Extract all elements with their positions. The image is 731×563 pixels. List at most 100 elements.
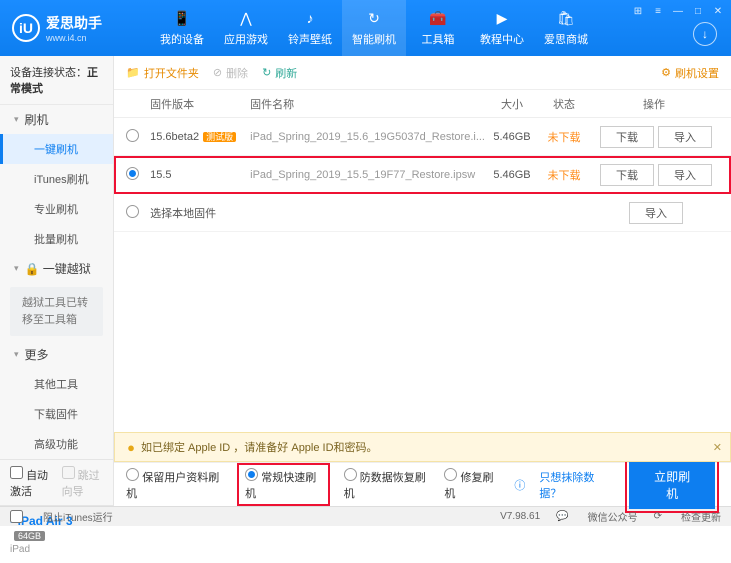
maximize-icon[interactable]: □: [691, 4, 705, 18]
info-icon[interactable]: ⓘ: [514, 477, 525, 493]
close-icon[interactable]: ✕: [711, 4, 725, 18]
local-firmware-radio[interactable]: [126, 205, 139, 218]
wechat-link[interactable]: 💬 微信公众号: [556, 509, 637, 524]
nav-icon: ↻: [365, 9, 383, 27]
row-size: 5.46GB: [485, 131, 539, 143]
menu-icon[interactable]: ≡: [651, 4, 665, 18]
app-name: 爱思助手: [46, 13, 102, 33]
sidebar-options: 自动激活 跳过向导: [0, 459, 113, 505]
device-type: iPad: [10, 544, 103, 555]
logo-icon: iU: [12, 14, 40, 42]
firmware-row[interactable]: 15.6beta2测试版 iPad_Spring_2019_15.6_19G50…: [114, 118, 731, 156]
download-manager-icon[interactable]: ↓: [693, 22, 717, 46]
side-note: 越狱工具已转移至工具箱: [10, 287, 103, 336]
side-item[interactable]: 专业刷机: [0, 194, 113, 224]
erase-data-link[interactable]: 只想抹除数据？: [539, 469, 611, 501]
flash-settings-button[interactable]: ⚙ 刷机设置: [661, 65, 719, 81]
chevron-down-icon: ▾: [14, 114, 19, 125]
nav-label: 我的设备: [160, 31, 204, 47]
download-button[interactable]: 下载: [600, 164, 654, 186]
nav-label: 工具箱: [422, 31, 455, 47]
local-firmware-label: 选择本地固件: [150, 205, 589, 221]
row-status: 未下载: [539, 167, 589, 183]
app-logo: iU 爱思助手 www.i4.cn: [0, 0, 150, 56]
nav-5[interactable]: ▶ 教程中心: [470, 0, 534, 56]
nav-icon: 🧰: [429, 9, 447, 27]
opt-quick-flash[interactable]: 常规快速刷机: [245, 468, 322, 501]
window-controls: ⊞ ≡ — □ ✕: [631, 4, 725, 18]
import-button[interactable]: 导入: [658, 126, 712, 148]
skip-guide-checkbox[interactable]: 跳过向导: [62, 466, 104, 499]
row-radio[interactable]: [126, 129, 139, 142]
block-itunes-checkbox[interactable]: 阻止iTunes运行: [10, 509, 113, 524]
nav-0[interactable]: 📱 我的设备: [150, 0, 214, 56]
row-size: 5.46GB: [485, 169, 539, 181]
warning-icon: ●: [127, 440, 135, 455]
local-firmware-row: 选择本地固件 导入: [114, 194, 731, 232]
import-button[interactable]: 导入: [658, 164, 712, 186]
th-size: 大小: [485, 96, 539, 112]
nav-label: 智能刷机: [352, 31, 396, 47]
row-status: 未下载: [539, 129, 589, 145]
notice-close-icon[interactable]: ✕: [713, 441, 722, 454]
row-version: 15.6beta2测试版: [150, 130, 250, 143]
nav-1[interactable]: ⋀应用游戏: [214, 0, 278, 56]
nav-icon: ▶: [493, 9, 511, 27]
side-item[interactable]: 高级功能: [0, 429, 113, 459]
side-item[interactable]: 其他工具: [0, 369, 113, 399]
table-header: 固件版本 固件名称 大小 状态 操作: [114, 90, 731, 118]
flash-now-button[interactable]: 立即刷机: [629, 461, 715, 509]
row-name: iPad_Spring_2019_15.6_19G5037d_Restore.i…: [250, 131, 485, 143]
row-name: iPad_Spring_2019_15.5_19F77_Restore.ipsw: [250, 169, 485, 181]
firmware-row[interactable]: 15.5 iPad_Spring_2019_15.5_19F77_Restore…: [114, 156, 731, 194]
opt-anti-recovery[interactable]: 防数据恢复刷机: [344, 468, 431, 501]
flash-options: 保留用户资料刷机 常规快速刷机 防数据恢复刷机 修复刷机 ⓘ 只想抹除数据？ 立…: [114, 462, 731, 506]
footer: 阻止iTunes运行 V7.98.61 💬 微信公众号 ⟳ 检查更新: [0, 506, 731, 526]
chevron-down-icon: ▾: [14, 349, 19, 360]
device-status: 设备连接状态：正常模式: [0, 56, 113, 105]
row-version: 15.5: [150, 169, 250, 181]
auto-activate-checkbox[interactable]: 自动激活: [10, 466, 52, 499]
chevron-down-icon: ▾: [14, 263, 19, 274]
toolbar: 📁 打开文件夹 ⊘ 删除 ↻ 刷新 ⚙ 刷机设置: [114, 56, 731, 90]
main-panel: 📁 打开文件夹 ⊘ 删除 ↻ 刷新 ⚙ 刷机设置 固件版本 固件名称 大小 状态…: [114, 56, 731, 506]
nav-4[interactable]: 🧰 工具箱: [406, 0, 470, 56]
version-label: V7.98.61: [500, 511, 540, 522]
side-item[interactable]: 批量刷机: [0, 224, 113, 254]
skin-icon[interactable]: ⊞: [631, 4, 645, 18]
side-head-1[interactable]: ▾🔒 一键越狱: [0, 254, 113, 283]
nav-2[interactable]: ♪ 铃声壁纸: [278, 0, 342, 56]
nav-icon: 🛍: [557, 9, 575, 27]
nav-label: 应用游戏: [224, 31, 268, 47]
opt-repair[interactable]: 修复刷机: [444, 468, 500, 501]
status-label: 设备连接状态：: [10, 67, 87, 79]
delete-button[interactable]: ⊘ 删除: [213, 65, 248, 81]
apple-id-notice: ● 如已绑定 Apple ID ，请准备好 Apple ID和密码。 ✕: [114, 432, 731, 462]
nav-3[interactable]: ↻ 智能刷机: [342, 0, 406, 56]
nav-label: 爱思商城: [544, 31, 588, 47]
side-item[interactable]: 下载固件: [0, 399, 113, 429]
nav-label: 铃声壁纸: [288, 31, 332, 47]
refresh-button[interactable]: ↻ 刷新: [262, 65, 297, 81]
sidebar: 设备连接状态：正常模式 ▾刷机一键刷机iTunes刷机专业刷机批量刷机▾🔒 一键…: [0, 56, 114, 506]
notice-text: 如已绑定 Apple ID ，请准备好 Apple ID和密码。: [141, 439, 378, 455]
opt-keep-data[interactable]: 保留用户资料刷机: [126, 468, 223, 501]
row-radio[interactable]: [126, 167, 139, 180]
nav-icon: ♪: [301, 9, 319, 27]
side-head-0[interactable]: ▾刷机: [0, 105, 113, 134]
th-name: 固件名称: [250, 96, 485, 112]
side-item[interactable]: 一键刷机: [0, 134, 113, 164]
import-button[interactable]: 导入: [629, 202, 683, 224]
side-head-2[interactable]: ▾更多: [0, 340, 113, 369]
minimize-icon[interactable]: —: [671, 4, 685, 18]
open-folder-button[interactable]: 📁 打开文件夹: [126, 65, 199, 81]
nav-icon: 📱: [173, 9, 191, 27]
device-storage: 64GB: [14, 531, 45, 541]
nav-6[interactable]: 🛍 爱思商城: [534, 0, 598, 56]
download-button[interactable]: 下载: [600, 126, 654, 148]
check-update-link[interactable]: ⟳ 检查更新: [654, 509, 721, 524]
app-url: www.i4.cn: [46, 33, 102, 43]
side-item[interactable]: iTunes刷机: [0, 164, 113, 194]
titlebar: iU 爱思助手 www.i4.cn 📱 我的设备 ⋀应用游戏 ♪ 铃声壁纸 ↻ 智能刷机 🧰 工…: [0, 0, 731, 56]
nav-label: 教程中心: [480, 31, 524, 47]
